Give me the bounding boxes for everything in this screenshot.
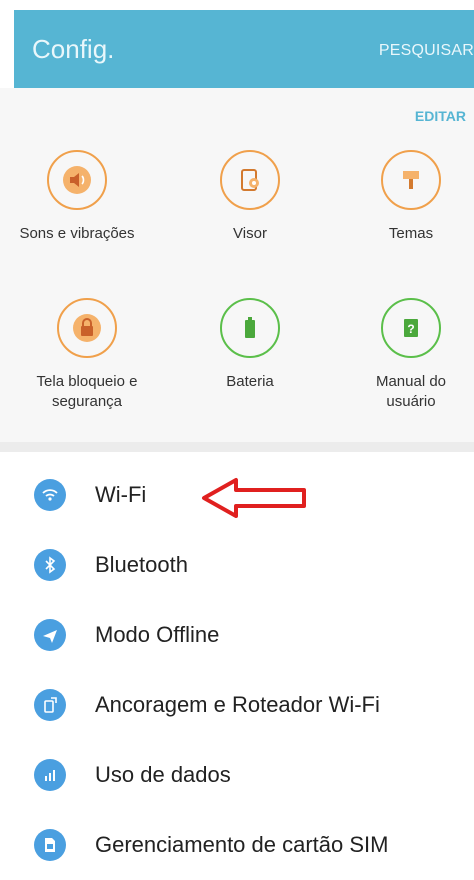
airplane-icon	[34, 619, 66, 651]
bluetooth-icon	[34, 549, 66, 581]
settings-item-data-usage[interactable]: Uso de dados	[0, 740, 474, 810]
settings-item-tethering[interactable]: Ancoragem e Roteador Wi-Fi	[0, 670, 474, 740]
settings-item-label: Ancoragem e Roteador Wi-Fi	[95, 692, 380, 717]
settings-item-label: Uso de dados	[95, 762, 231, 787]
tethering-icon	[34, 689, 66, 721]
quick-setting-label: Bateria	[226, 373, 274, 390]
quick-setting-label: Visor	[233, 225, 267, 242]
annotation-arrow-icon	[202, 478, 306, 518]
quick-setting-user-manual[interactable]: ? Manual do usuário	[336, 298, 474, 412]
page-title: Config.	[32, 34, 115, 64]
search-button[interactable]: PESQUISAR	[379, 42, 474, 60]
quick-setting-label: Sons e vibrações	[19, 225, 135, 242]
settings-item-sim-management[interactable]: Gerenciamento de cartão SIM	[0, 810, 474, 880]
display-icon	[220, 150, 280, 210]
settings-item-bluetooth[interactable]: Bluetooth	[0, 530, 474, 600]
wifi-icon	[34, 479, 66, 511]
app-header: Config. PESQUISAR	[14, 10, 474, 88]
section-divider	[0, 442, 474, 452]
quick-setting-label: Tela bloqueio e segurança	[36, 373, 138, 410]
settings-item-label: Wi-Fi	[95, 482, 147, 507]
quick-setting-label: Temas	[388, 225, 434, 242]
manual-icon: ?	[381, 298, 441, 358]
svg-text:?: ?	[407, 322, 414, 336]
sim-card-icon	[34, 829, 66, 861]
edit-button[interactable]: EDITAR	[415, 108, 466, 124]
speaker-icon	[47, 150, 107, 210]
battery-icon	[220, 298, 280, 358]
quick-setting-sounds[interactable]: Sons e vibrações	[2, 150, 152, 244]
settings-item-label: Modo Offline	[95, 622, 220, 647]
settings-item-offline-mode[interactable]: Modo Offline	[0, 600, 474, 670]
quick-setting-themes[interactable]: Temas	[336, 150, 474, 244]
quick-setting-battery[interactable]: Bateria	[175, 298, 325, 392]
settings-item-label: Bluetooth	[95, 552, 188, 577]
lock-icon	[57, 298, 117, 358]
quick-setting-label: Manual do usuário	[375, 373, 447, 410]
data-usage-icon	[34, 759, 66, 791]
settings-item-label: Gerenciamento de cartão SIM	[95, 832, 389, 857]
quick-setting-lock-security[interactable]: Tela bloqueio e segurança	[12, 298, 162, 412]
quick-setting-display[interactable]: Visor	[175, 150, 325, 244]
paintbrush-icon	[381, 150, 441, 210]
